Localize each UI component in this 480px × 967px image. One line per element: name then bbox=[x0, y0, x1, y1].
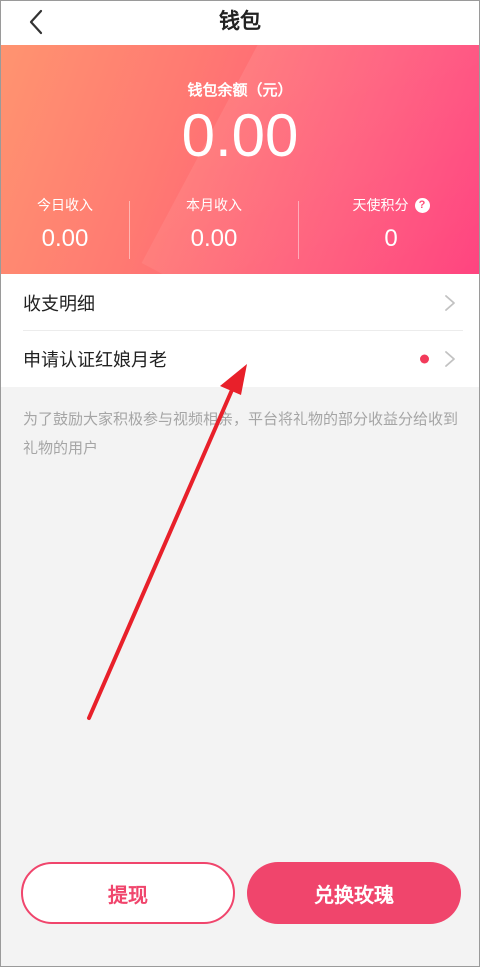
stats-row: 今日收入 0.00 本月收入 0.00 天使积分 ? 0 bbox=[1, 195, 479, 265]
help-icon[interactable]: ? bbox=[414, 197, 430, 213]
stat-label: 今日收入 bbox=[37, 198, 93, 214]
menu-item-label: 申请认证红娘月老 bbox=[23, 350, 167, 371]
wallet-banner: 钱包余额（元） 0.00 今日收入 0.00 本月收入 0.00 天使积分 ? … bbox=[1, 45, 479, 274]
stat-month-income: 本月收入 0.00 bbox=[134, 195, 294, 253]
notification-dot bbox=[420, 354, 429, 364]
stat-today-income: 今日收入 0.00 bbox=[1, 195, 145, 253]
menu-item-label: 收支明细 bbox=[23, 293, 95, 315]
chevron-right-icon bbox=[445, 294, 455, 311]
balance-label: 钱包余额（元） bbox=[187, 81, 293, 99]
stat-value: 0.00 bbox=[190, 225, 238, 252]
chevron-right-icon bbox=[445, 351, 455, 367]
stat-value: 0 bbox=[384, 225, 398, 252]
navbar: 钱包 bbox=[1, 1, 479, 45]
stat-value: 0.00 bbox=[41, 225, 89, 252]
balance-value: 0.00 bbox=[181, 102, 299, 169]
income-notice: 为了鼓励大家积极参与视频相亲，平台将礼物的部分收益分给收到礼物的用户 bbox=[23, 410, 459, 457]
stat-angel-points: 天使积分 ? 0 bbox=[311, 195, 471, 253]
menu-item-matchmaker-apply[interactable]: 申请认证红娘月老 bbox=[1, 331, 479, 387]
page-title: 钱包 bbox=[219, 9, 261, 33]
withdraw-button[interactable]: 提现 bbox=[21, 862, 235, 924]
stat-label: 天使积分 bbox=[352, 198, 409, 214]
menu-list: 收支明细 申请认证红娘月老 bbox=[1, 274, 479, 387]
stat-divider bbox=[298, 201, 299, 259]
menu-item-income-details[interactable]: 收支明细 bbox=[1, 274, 479, 331]
exchange-roses-button[interactable]: 兑换玫瑰 bbox=[247, 862, 461, 924]
stat-divider bbox=[129, 201, 130, 259]
stat-label: 本月收入 bbox=[186, 198, 242, 214]
